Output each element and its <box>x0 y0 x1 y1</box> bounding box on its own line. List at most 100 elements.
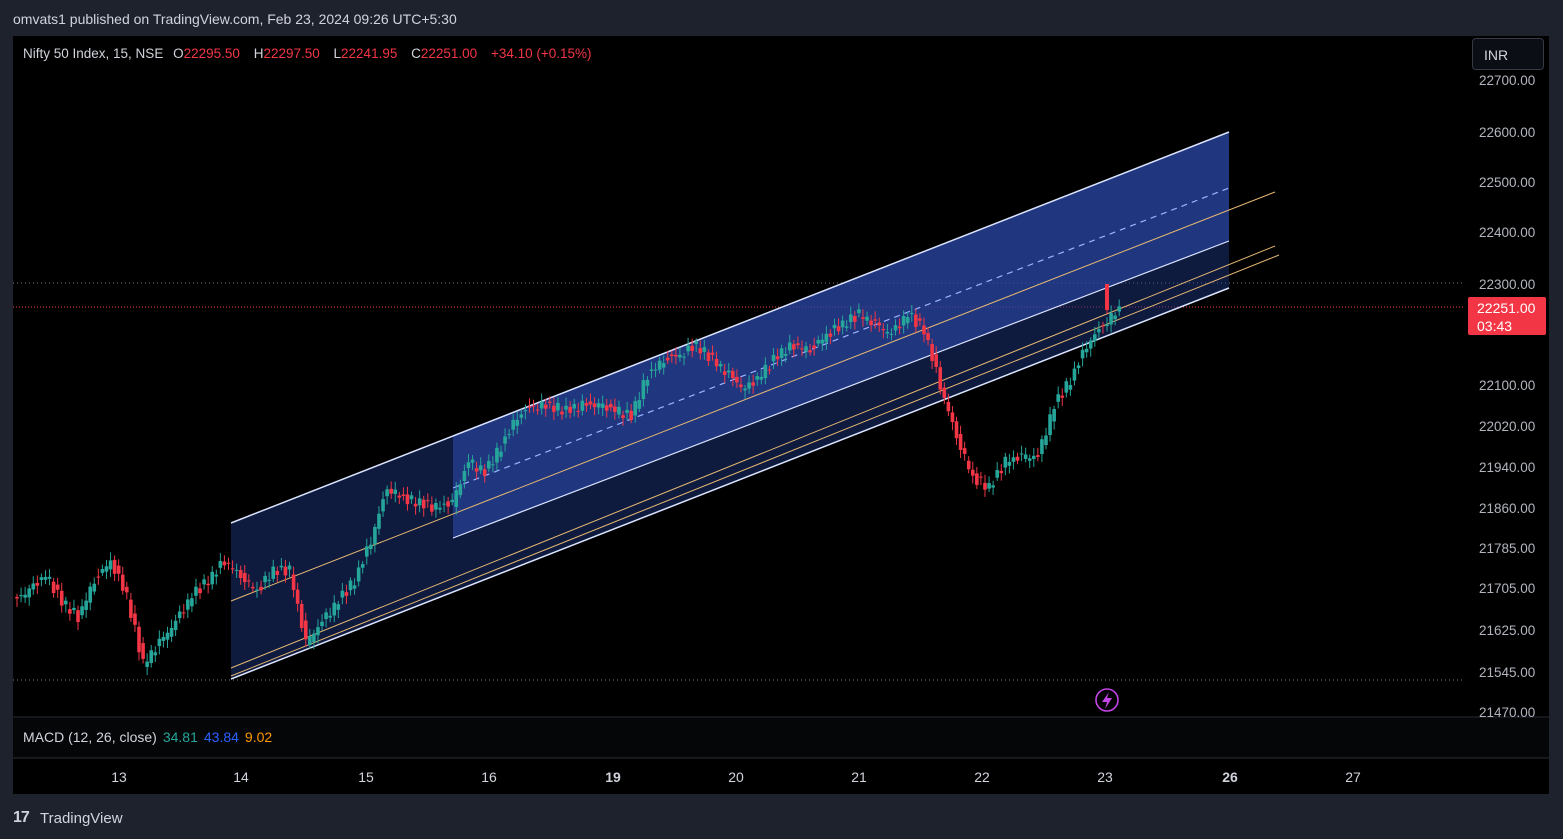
candle-body <box>287 565 292 570</box>
candle-body <box>263 575 267 583</box>
price-chart[interactable]: 22700.00 22600.00 22500.00 22400.00 22300.00… <box>13 36 1549 794</box>
candle-body <box>31 583 36 590</box>
candle-body <box>1068 384 1073 390</box>
candle-body <box>905 317 910 324</box>
candle-body <box>1027 458 1032 461</box>
tradingview-logo-icon[interactable]: 17 <box>13 809 30 827</box>
candle-body <box>421 499 426 509</box>
candle-body <box>226 562 231 564</box>
candle-body <box>381 499 385 512</box>
candle-body <box>202 579 206 585</box>
high-value: 22297.50 <box>263 46 320 61</box>
candle-body <box>214 574 219 577</box>
candle-body <box>678 354 682 358</box>
candle-body <box>629 410 633 420</box>
candle-body <box>1003 456 1008 468</box>
bar-countdown: 03:43 <box>1477 318 1513 334</box>
candle-body <box>800 348 804 350</box>
candle-body <box>275 570 280 575</box>
chart-panel[interactable]: 22700.00 22600.00 22500.00 22400.00 22300.00… <box>13 36 1549 794</box>
candle-body <box>657 360 662 370</box>
candle-body <box>165 632 170 640</box>
price-tick-label: 22020.00 <box>1479 419 1535 434</box>
candle-body <box>848 314 853 323</box>
candle-body <box>340 590 345 598</box>
candle-body <box>962 448 967 454</box>
candle-body <box>409 495 414 500</box>
candle-body <box>824 333 829 343</box>
candle-body <box>222 561 227 566</box>
candle-body <box>1015 456 1020 461</box>
candle-body <box>80 606 84 616</box>
candle-body <box>547 401 552 403</box>
candle-body <box>112 559 117 574</box>
candle-body <box>181 612 186 614</box>
candle-body <box>251 586 255 589</box>
candle-body <box>397 495 402 498</box>
candle-body <box>576 410 581 412</box>
symbol-legend[interactable]: Nifty 50 Index, 15, NSE O22295.50 H22297… <box>23 46 592 61</box>
candle-body <box>194 586 198 596</box>
candle-body <box>43 576 48 580</box>
candle-body <box>755 376 760 380</box>
candle-body <box>458 484 463 496</box>
time-tick-label: 16 <box>481 769 497 785</box>
candle-body <box>23 594 27 598</box>
candle-body <box>279 565 284 568</box>
candle-body <box>531 405 536 407</box>
candle-body <box>751 382 755 386</box>
candle-body <box>743 388 747 391</box>
candle-body <box>527 406 532 408</box>
candle-body <box>348 580 353 591</box>
candle-body <box>259 586 263 591</box>
candle-body <box>519 414 524 418</box>
candle-body <box>816 339 821 344</box>
candle-body <box>247 580 251 582</box>
candle-body <box>783 353 788 356</box>
candle-body <box>320 621 324 627</box>
candle-body <box>556 402 560 411</box>
candle-body <box>690 345 694 351</box>
candle-body <box>674 354 678 357</box>
time-tick-label: 26 <box>1222 769 1238 785</box>
candle-body <box>230 568 235 570</box>
candle-body <box>120 574 125 591</box>
candle-body <box>454 490 459 507</box>
candle-body <box>609 404 613 408</box>
time-tick-label: 22 <box>974 769 990 785</box>
currency-button[interactable]: INR <box>1472 38 1544 70</box>
candle-body <box>76 610 80 623</box>
candle-body <box>909 313 914 315</box>
candle-body <box>840 320 845 328</box>
candle-body <box>1023 454 1028 459</box>
symbol-name[interactable]: Nifty 50 Index, 15, NSE <box>23 46 163 61</box>
candle-body <box>39 577 44 580</box>
candle-body <box>1040 439 1044 455</box>
candle-body <box>625 409 629 413</box>
candle-body <box>190 598 194 607</box>
candle-body <box>474 468 479 472</box>
candle-body <box>775 356 780 360</box>
candle-body <box>100 569 105 573</box>
candle-body <box>161 636 166 641</box>
candle-body <box>714 358 719 367</box>
candle-body <box>283 566 288 576</box>
candle-body <box>373 526 377 545</box>
macd-label[interactable]: MACD (12, 26, close) <box>23 729 157 745</box>
candle-body <box>507 434 511 436</box>
candle-body <box>641 380 646 400</box>
candle-body <box>1031 455 1036 460</box>
candle-body <box>539 401 544 409</box>
time-tick-label: 21 <box>851 769 867 785</box>
candle-body <box>1048 414 1052 436</box>
candle-body <box>1080 349 1085 359</box>
candle-body <box>393 489 398 495</box>
candle-body <box>694 341 699 344</box>
candle-body <box>1064 381 1069 393</box>
candle-body <box>401 494 406 496</box>
candle-body <box>1117 306 1122 312</box>
brand-name[interactable]: TradingView <box>40 810 123 827</box>
macd-legend[interactable]: MACD (12, 26, close) 34.81 43.84 9.02 <box>23 729 272 745</box>
candle-body <box>983 482 987 490</box>
candle-body <box>617 406 621 415</box>
